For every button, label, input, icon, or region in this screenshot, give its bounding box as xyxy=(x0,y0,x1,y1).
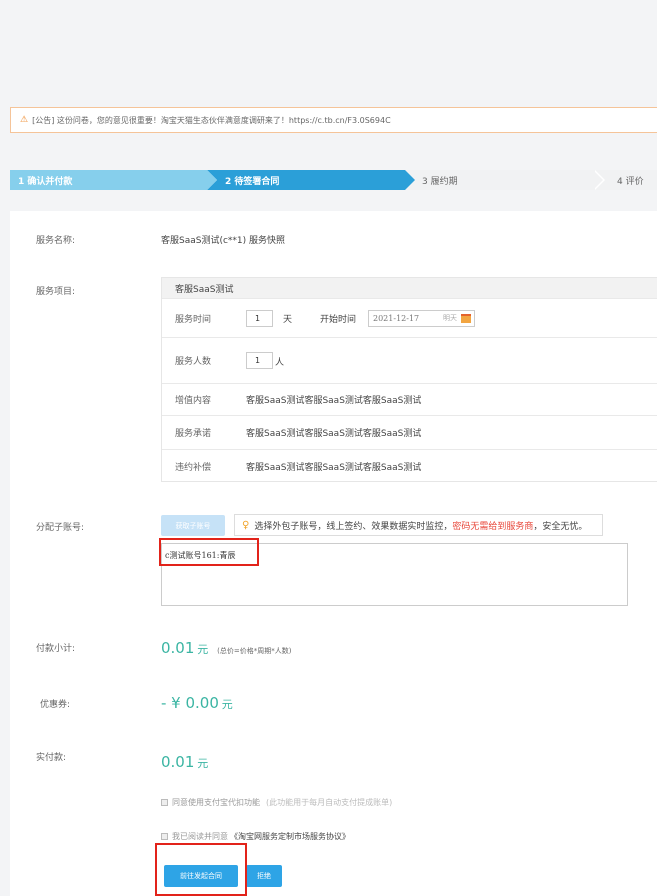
added-content-value: 客服SaaS测试客服SaaS测试客服SaaS测试 xyxy=(246,396,422,406)
calendar-icon[interactable] xyxy=(461,314,471,323)
people-unit: 人 xyxy=(275,358,285,368)
service-table-title: 客服SaaS测试 xyxy=(162,278,657,298)
tip-warning-text: 密码无需给到服务商 xyxy=(452,521,534,532)
announcement-text[interactable]: [公告] 这份问卷，您的意见很重要！淘宝天猫生态伙伴满意度调研来了！https:… xyxy=(32,115,391,126)
penalty-value: 客服SaaS测试客服SaaS测试客服SaaS测试 xyxy=(246,462,422,473)
alipay-checkbox[interactable] xyxy=(161,799,168,806)
get-subaccount-button[interactable]: 获取子账号 xyxy=(161,515,225,536)
start-date-input[interactable]: 2021-12-17 明天 xyxy=(368,310,475,327)
penalty-row: 违约补偿 客服SaaS测试客服SaaS测试客服SaaS测试 xyxy=(162,449,657,482)
subaccount-tip: ♀ 选择外包子账号，线上签约、效果数据实时监控， 密码无需给到服务商 ，安全无忧。 xyxy=(234,514,603,536)
subtotal-label: 付款小计: xyxy=(36,644,76,654)
added-content-row: 增值内容 客服SaaS测试客服SaaS测试客服SaaS测试 xyxy=(162,383,657,415)
tomorrow-hint: 明天 xyxy=(443,314,457,322)
highlight-box-subaccount xyxy=(159,538,259,566)
step-performance: 3 履约期 xyxy=(405,170,605,190)
service-time-row: 服务时间 1 天 开始时间 2021-12-17 明天 xyxy=(162,298,657,337)
lightbulb-icon: ♀ xyxy=(242,519,250,531)
terms-checkbox[interactable] xyxy=(161,833,168,840)
order-panel: 服务名称: 客服SaaS测试(c**1) 服务快照 服务项目: 客服SaaS测试… xyxy=(10,211,657,896)
alipay-agreement[interactable]: 同意使用支付宝代扣功能 (此功能用于每月自动支付提成账单) xyxy=(161,797,392,808)
days-unit: 天 xyxy=(283,315,293,325)
subaccount-label: 分配子账号: xyxy=(36,523,85,533)
step-sign-contract: 2 待签署合同 xyxy=(207,170,415,190)
service-days-input[interactable]: 1 xyxy=(246,310,273,327)
warning-icon: ⚠ xyxy=(20,115,29,125)
service-promise-value: 客服SaaS测试客服SaaS测试客服SaaS测试 xyxy=(246,429,422,439)
service-people-input[interactable]: 1 xyxy=(246,352,273,369)
announcement-bar: ⚠ [公告] 这份问卷，您的意见很重要！淘宝天猫生态伙伴满意度调研来了！http… xyxy=(10,107,657,133)
terms-link[interactable]: 《淘宝网服务定制市场服务协议》 xyxy=(230,831,350,842)
terms-agreement[interactable]: 我已阅读并同意 《淘宝网服务定制市场服务协议》 xyxy=(161,831,350,842)
service-people-label: 服务人数 xyxy=(175,357,212,367)
step-confirm-pay: 1 确认并付款 xyxy=(10,170,217,190)
service-promise-label: 服务承诺 xyxy=(175,429,212,439)
reject-button[interactable]: 拒绝 xyxy=(246,865,282,887)
progress-steps: 1 确认并付款 2 待签署合同 3 履约期 4 评价 xyxy=(10,170,657,190)
service-promise-row: 服务承诺 客服SaaS测试客服SaaS测试客服SaaS测试 xyxy=(162,415,657,449)
highlight-box-button xyxy=(155,843,247,896)
coupon-label: 优惠券: xyxy=(40,700,71,710)
service-items-label: 服务项目: xyxy=(36,287,76,297)
service-name-label: 服务名称: xyxy=(36,236,76,246)
actual-payment-label: 实付款: xyxy=(36,753,67,763)
added-content-label: 增值内容 xyxy=(175,396,212,406)
penalty-label: 违约补偿 xyxy=(175,462,212,473)
service-name-value: 客服SaaS测试(c**1) 服务快照 xyxy=(161,236,286,246)
start-time-label: 开始时间 xyxy=(320,315,357,325)
coupon-amount: - ¥ 0.00 元 xyxy=(161,694,233,712)
alipay-note: (此功能用于每月自动支付提成账单) xyxy=(266,798,393,807)
actual-payment-amount: 0.01 元 xyxy=(161,753,209,771)
service-items-table: 客服SaaS测试 服务时间 1 天 开始时间 2021-12-17 明天 服务人… xyxy=(161,277,657,482)
subtotal-amount: 0.01 元 (总价=价格*周期*人数) xyxy=(161,639,292,657)
service-people-row: 服务人数 1 人 xyxy=(162,337,657,383)
service-time-label: 服务时间 xyxy=(175,314,212,325)
subtotal-note: (总价=价格*周期*人数) xyxy=(217,647,292,655)
